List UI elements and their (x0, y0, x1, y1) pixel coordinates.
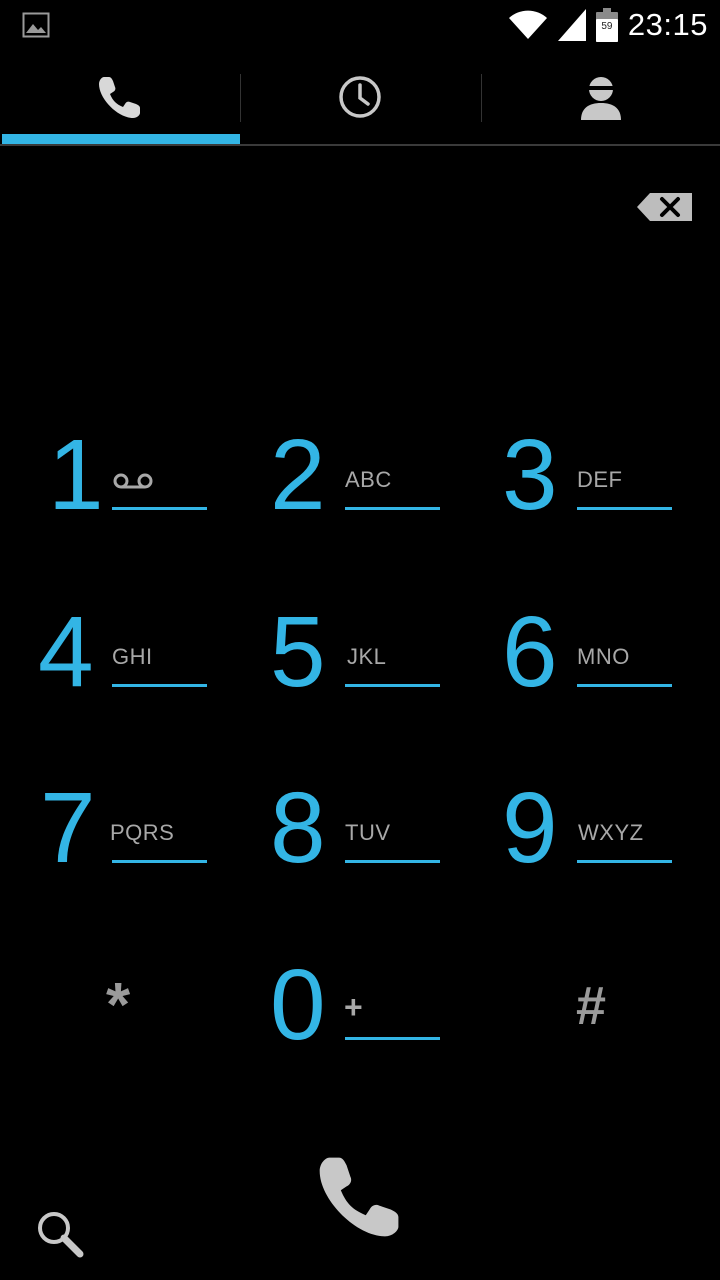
battery-level: 59 (601, 21, 613, 32)
key-letters: PQRS (110, 820, 175, 845)
clock-icon (339, 76, 381, 118)
key-underline (345, 860, 440, 863)
key-letters: + (344, 989, 364, 1025)
key-underline (345, 684, 440, 687)
key-underline (345, 507, 440, 510)
key-digit: 6 (502, 596, 558, 708)
key-letters: ABC (345, 467, 392, 492)
call-button[interactable] (312, 1148, 412, 1248)
search-icon (38, 1212, 84, 1258)
search-button[interactable] (30, 1204, 90, 1264)
key-letters: TUV (345, 820, 391, 845)
key-underline (577, 860, 672, 863)
backspace-button[interactable] (636, 192, 694, 222)
tab-selected-indicator (2, 134, 240, 144)
tab-baseline (0, 144, 720, 146)
dialpad-key-hash[interactable]: # (482, 935, 714, 1085)
dialpad-key-2[interactable]: 2 ABC (250, 405, 482, 555)
battery-icon: 59 (595, 8, 618, 42)
key-underline (112, 860, 207, 863)
key-digit: 9 (502, 772, 558, 884)
tab-contacts[interactable] (481, 50, 720, 144)
key-digit: * (106, 971, 131, 1040)
key-digit: 3 (502, 419, 558, 531)
backspace-icon (637, 193, 692, 221)
tab-bar (0, 50, 720, 146)
tab-call-log[interactable] (240, 50, 480, 144)
status-bar: 59 23:15 (0, 0, 720, 50)
dialpad-key-1[interactable]: 1 (20, 405, 252, 555)
dialpad-key-4[interactable]: 4 GHI (20, 582, 252, 732)
tab-dialer[interactable] (0, 50, 240, 144)
key-digit: 5 (270, 596, 326, 708)
key-letters: GHI (112, 644, 153, 669)
wifi-icon (508, 10, 547, 39)
phone-icon (99, 77, 140, 118)
dialer-screen: 59 23:15 1 2 ABC 3 DEF 4 GHI 5 JKL 6 MNO… (0, 0, 720, 1280)
signal-icon (557, 9, 586, 41)
key-underline (112, 684, 207, 687)
gallery-icon (22, 12, 50, 38)
key-digit: 2 (270, 419, 326, 531)
person-icon (581, 77, 621, 120)
key-underline (577, 684, 672, 687)
key-digit: 0 (270, 949, 326, 1061)
dialpad-key-8[interactable]: 8 TUV (250, 758, 482, 908)
key-digit: 7 (40, 772, 96, 884)
key-underline (112, 507, 207, 510)
key-letters: MNO (577, 644, 630, 669)
dialpad-key-star[interactable]: * (20, 935, 252, 1085)
key-letters: JKL (347, 644, 387, 669)
voicemail-icon (113, 473, 153, 489)
key-digit: # (576, 976, 607, 1036)
dialpad-key-9[interactable]: 9 WXYZ (482, 758, 714, 908)
key-digit: 1 (48, 419, 104, 531)
dialpad-key-3[interactable]: 3 DEF (482, 405, 714, 555)
dialpad-key-0[interactable]: 0 + (250, 935, 482, 1085)
dialpad-key-7[interactable]: 7 PQRS (20, 758, 252, 908)
dialpad-key-6[interactable]: 6 MNO (482, 582, 714, 732)
key-letters: WXYZ (578, 820, 644, 845)
clock-time: 23:15 (627, 7, 708, 42)
dialpad-key-5[interactable]: 5 JKL (250, 582, 482, 732)
key-digit: 8 (270, 772, 326, 884)
key-underline (577, 507, 672, 510)
key-underline (345, 1037, 440, 1040)
phone-icon (319, 1157, 399, 1237)
key-letters: DEF (577, 467, 623, 492)
status-icons: 59 23:15 (508, 0, 708, 50)
key-digit: 4 (38, 596, 94, 708)
